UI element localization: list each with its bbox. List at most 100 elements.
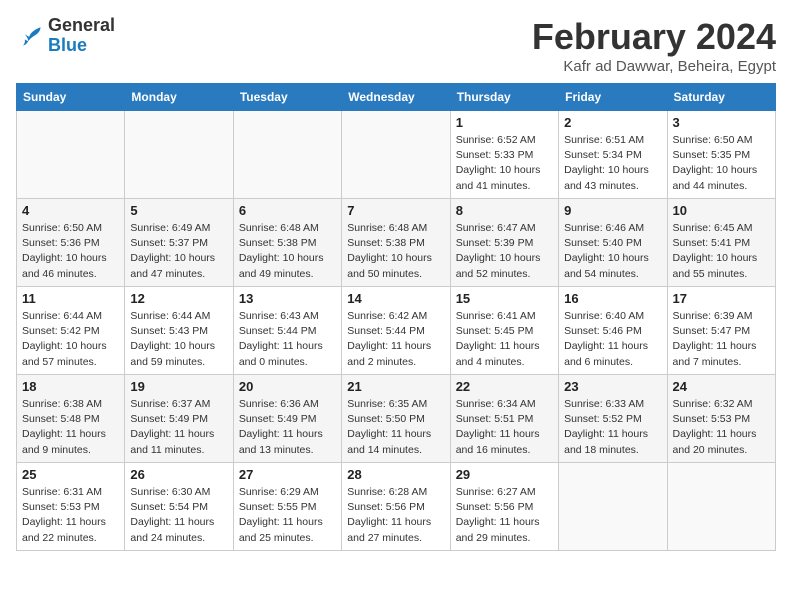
calendar-week-row: 25Sunrise: 6:31 AM Sunset: 5:53 PM Dayli… xyxy=(17,463,776,551)
title-block: February 2024 Kafr ad Dawwar, Beheira, E… xyxy=(532,16,776,75)
day-number: 19 xyxy=(130,379,227,394)
col-header-friday: Friday xyxy=(559,84,667,111)
calendar-cell: 16 Sunrise: 6:40 AM Sunset: 5:46 PM Dayli… xyxy=(559,287,667,375)
day-number: 28 xyxy=(347,467,444,482)
calendar-cell: 3 Sunrise: 6:50 AM Sunset: 5:35 PM Daylig… xyxy=(667,111,775,199)
calendar-cell: 12 Sunrise: 6:44 AM Sunset: 5:43 PM Dayli… xyxy=(125,287,233,375)
day-number: 2 xyxy=(564,115,661,130)
month-title: February 2024 xyxy=(532,16,776,58)
calendar-cell: 19 Sunrise: 6:37 AM Sunset: 5:49 PM Dayli… xyxy=(125,375,233,463)
day-number: 27 xyxy=(239,467,336,482)
day-number: 26 xyxy=(130,467,227,482)
day-info: Sunrise: 6:48 AM Sunset: 5:38 PM Dayligh… xyxy=(239,221,336,282)
calendar-cell: 28 Sunrise: 6:28 AM Sunset: 5:56 PM Dayli… xyxy=(342,463,450,551)
day-number: 5 xyxy=(130,203,227,218)
day-number: 7 xyxy=(347,203,444,218)
calendar-cell: 2 Sunrise: 6:51 AM Sunset: 5:34 PM Daylig… xyxy=(559,111,667,199)
calendar-cell: 7 Sunrise: 6:48 AM Sunset: 5:38 PM Daylig… xyxy=(342,199,450,287)
day-info: Sunrise: 6:35 AM Sunset: 5:50 PM Dayligh… xyxy=(347,397,444,458)
calendar-cell: 22 Sunrise: 6:34 AM Sunset: 5:51 PM Dayli… xyxy=(450,375,558,463)
day-number: 9 xyxy=(564,203,661,218)
day-info: Sunrise: 6:46 AM Sunset: 5:40 PM Dayligh… xyxy=(564,221,661,282)
day-number: 29 xyxy=(456,467,553,482)
day-info: Sunrise: 6:45 AM Sunset: 5:41 PM Dayligh… xyxy=(673,221,770,282)
page-header: General Blue February 2024 Kafr ad Dawwa… xyxy=(16,16,776,75)
day-info: Sunrise: 6:48 AM Sunset: 5:38 PM Dayligh… xyxy=(347,221,444,282)
calendar-cell: 10 Sunrise: 6:45 AM Sunset: 5:41 PM Dayli… xyxy=(667,199,775,287)
day-number: 18 xyxy=(22,379,119,394)
calendar-cell: 5 Sunrise: 6:49 AM Sunset: 5:37 PM Daylig… xyxy=(125,199,233,287)
day-info: Sunrise: 6:38 AM Sunset: 5:48 PM Dayligh… xyxy=(22,397,119,458)
day-number: 25 xyxy=(22,467,119,482)
day-number: 22 xyxy=(456,379,553,394)
calendar-cell: 4 Sunrise: 6:50 AM Sunset: 5:36 PM Daylig… xyxy=(17,199,125,287)
day-number: 16 xyxy=(564,291,661,306)
col-header-saturday: Saturday xyxy=(667,84,775,111)
day-info: Sunrise: 6:43 AM Sunset: 5:44 PM Dayligh… xyxy=(239,309,336,370)
col-header-thursday: Thursday xyxy=(450,84,558,111)
calendar-cell: 8Sunrise: 6:47 AM Sunset: 5:39 PM Daylig… xyxy=(450,199,558,287)
day-info: Sunrise: 6:32 AM Sunset: 5:53 PM Dayligh… xyxy=(673,397,770,458)
calendar-cell xyxy=(17,111,125,199)
day-info: Sunrise: 6:34 AM Sunset: 5:51 PM Dayligh… xyxy=(456,397,553,458)
day-number: 12 xyxy=(130,291,227,306)
day-info: Sunrise: 6:41 AM Sunset: 5:45 PM Dayligh… xyxy=(456,309,553,370)
day-info: Sunrise: 6:50 AM Sunset: 5:36 PM Dayligh… xyxy=(22,221,119,282)
calendar-cell xyxy=(233,111,341,199)
calendar-cell: 25Sunrise: 6:31 AM Sunset: 5:53 PM Dayli… xyxy=(17,463,125,551)
calendar-cell: 9 Sunrise: 6:46 AM Sunset: 5:40 PM Daylig… xyxy=(559,199,667,287)
day-info: Sunrise: 6:39 AM Sunset: 5:47 PM Dayligh… xyxy=(673,309,770,370)
calendar-header-row: SundayMondayTuesdayWednesdayThursdayFrid… xyxy=(17,84,776,111)
day-number: 23 xyxy=(564,379,661,394)
calendar-cell: 1 Sunrise: 6:52 AM Sunset: 5:33 PM Daylig… xyxy=(450,111,558,199)
calendar-cell: 24 Sunrise: 6:32 AM Sunset: 5:53 PM Dayli… xyxy=(667,375,775,463)
col-header-tuesday: Tuesday xyxy=(233,84,341,111)
calendar-cell: 20 Sunrise: 6:36 AM Sunset: 5:49 PM Dayli… xyxy=(233,375,341,463)
day-info: Sunrise: 6:44 AM Sunset: 5:43 PM Dayligh… xyxy=(130,309,227,370)
day-number: 8 xyxy=(456,203,553,218)
calendar-cell xyxy=(342,111,450,199)
calendar-cell: 15 Sunrise: 6:41 AM Sunset: 5:45 PM Dayli… xyxy=(450,287,558,375)
day-info: Sunrise: 6:36 AM Sunset: 5:49 PM Dayligh… xyxy=(239,397,336,458)
calendar-cell: 29 Sunrise: 6:27 AM Sunset: 5:56 PM Dayli… xyxy=(450,463,558,551)
day-info: Sunrise: 6:50 AM Sunset: 5:35 PM Dayligh… xyxy=(673,133,770,194)
calendar-cell: 23Sunrise: 6:33 AM Sunset: 5:52 PM Dayli… xyxy=(559,375,667,463)
day-number: 17 xyxy=(673,291,770,306)
calendar-cell xyxy=(125,111,233,199)
calendar-table: SundayMondayTuesdayWednesdayThursdayFrid… xyxy=(16,83,776,551)
day-info: Sunrise: 6:28 AM Sunset: 5:56 PM Dayligh… xyxy=(347,485,444,546)
day-info: Sunrise: 6:51 AM Sunset: 5:34 PM Dayligh… xyxy=(564,133,661,194)
day-number: 3 xyxy=(673,115,770,130)
logo: General Blue xyxy=(16,16,115,56)
day-number: 21 xyxy=(347,379,444,394)
calendar-cell: 11Sunrise: 6:44 AM Sunset: 5:42 PM Dayli… xyxy=(17,287,125,375)
day-number: 13 xyxy=(239,291,336,306)
day-number: 11 xyxy=(22,291,119,306)
day-number: 24 xyxy=(673,379,770,394)
day-info: Sunrise: 6:27 AM Sunset: 5:56 PM Dayligh… xyxy=(456,485,553,546)
day-number: 1 xyxy=(456,115,553,130)
day-info: Sunrise: 6:52 AM Sunset: 5:33 PM Dayligh… xyxy=(456,133,553,194)
day-info: Sunrise: 6:40 AM Sunset: 5:46 PM Dayligh… xyxy=(564,309,661,370)
calendar-cell: 27 Sunrise: 6:29 AM Sunset: 5:55 PM Dayli… xyxy=(233,463,341,551)
location-subtitle: Kafr ad Dawwar, Beheira, Egypt xyxy=(532,58,776,75)
day-number: 4 xyxy=(22,203,119,218)
calendar-week-row: 18 Sunrise: 6:38 AM Sunset: 5:48 PM Dayli… xyxy=(17,375,776,463)
calendar-cell: 18 Sunrise: 6:38 AM Sunset: 5:48 PM Dayli… xyxy=(17,375,125,463)
col-header-monday: Monday xyxy=(125,84,233,111)
calendar-cell xyxy=(667,463,775,551)
logo-bird-icon xyxy=(16,22,44,50)
day-number: 10 xyxy=(673,203,770,218)
day-number: 6 xyxy=(239,203,336,218)
calendar-cell: 26 Sunrise: 6:30 AM Sunset: 5:54 PM Dayli… xyxy=(125,463,233,551)
day-info: Sunrise: 6:49 AM Sunset: 5:37 PM Dayligh… xyxy=(130,221,227,282)
day-number: 15 xyxy=(456,291,553,306)
day-info: Sunrise: 6:29 AM Sunset: 5:55 PM Dayligh… xyxy=(239,485,336,546)
calendar-cell: 21 Sunrise: 6:35 AM Sunset: 5:50 PM Dayli… xyxy=(342,375,450,463)
day-info: Sunrise: 6:30 AM Sunset: 5:54 PM Dayligh… xyxy=(130,485,227,546)
calendar-cell: 14Sunrise: 6:42 AM Sunset: 5:44 PM Dayli… xyxy=(342,287,450,375)
day-number: 20 xyxy=(239,379,336,394)
day-info: Sunrise: 6:37 AM Sunset: 5:49 PM Dayligh… xyxy=(130,397,227,458)
col-header-wednesday: Wednesday xyxy=(342,84,450,111)
logo-text: General Blue xyxy=(48,16,115,56)
